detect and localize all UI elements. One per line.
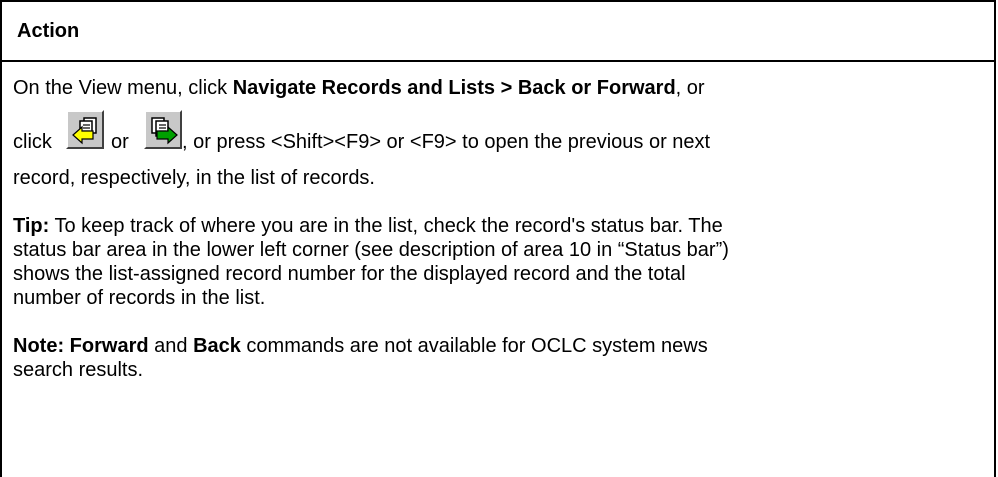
- back-record-button[interactable]: [66, 110, 104, 149]
- step-line1-suffix: , or: [675, 77, 705, 99]
- table-header: Action: [2, 0, 994, 62]
- back-word: Back: [193, 335, 241, 357]
- and-word: and: [148, 335, 194, 357]
- step-line-2: click or , or press <Shift><F9> or <F9> …: [13, 110, 984, 162]
- note-line1-rest: commands are not available for OCLC syst…: [240, 335, 708, 357]
- tip-paragraph: Tip: To keep track of where you are in t…: [13, 214, 984, 310]
- action-table: Action On the View menu, click Navigate …: [0, 0, 996, 477]
- tip-line-2: status bar area in the lower left corner…: [13, 239, 729, 261]
- step-line1-prefix: On the View menu, click: [13, 77, 233, 99]
- note-line-2: search results.: [13, 359, 144, 381]
- forward-word: Forward: [69, 335, 149, 357]
- tip-line-4: number of records in the list.: [13, 287, 266, 309]
- tip-line-1: Tip: To keep track of where you are in t…: [13, 214, 984, 238]
- note-label: Note:: [13, 335, 65, 357]
- back-record-icon: [72, 117, 97, 145]
- header-title: Action: [17, 20, 80, 42]
- tip-line-3: shows the list-assigned record number fo…: [13, 263, 686, 285]
- step-line2-suffix: , or press <Shift><F9> or <F9> to open t…: [182, 131, 711, 153]
- note-paragraph: Note: Forward and Back commands are not …: [13, 334, 984, 382]
- tip-label: Tip:: [13, 215, 50, 237]
- step-line-3: record, respectively, in the list of rec…: [13, 167, 375, 189]
- forward-record-icon: [151, 117, 178, 145]
- menu-path: Navigate Records and Lists > Back or For…: [232, 77, 676, 99]
- table-body: On the View menu, click Navigate Records…: [2, 62, 994, 382]
- note-line-1: Note: Forward and Back commands are not …: [13, 334, 984, 358]
- or-word: or: [111, 131, 129, 153]
- click-word: click: [13, 131, 52, 153]
- tip-line1-text: To keep track of where you are in the li…: [49, 215, 723, 237]
- forward-record-button[interactable]: [144, 110, 182, 149]
- step-line-1: On the View menu, click Navigate Records…: [13, 76, 984, 102]
